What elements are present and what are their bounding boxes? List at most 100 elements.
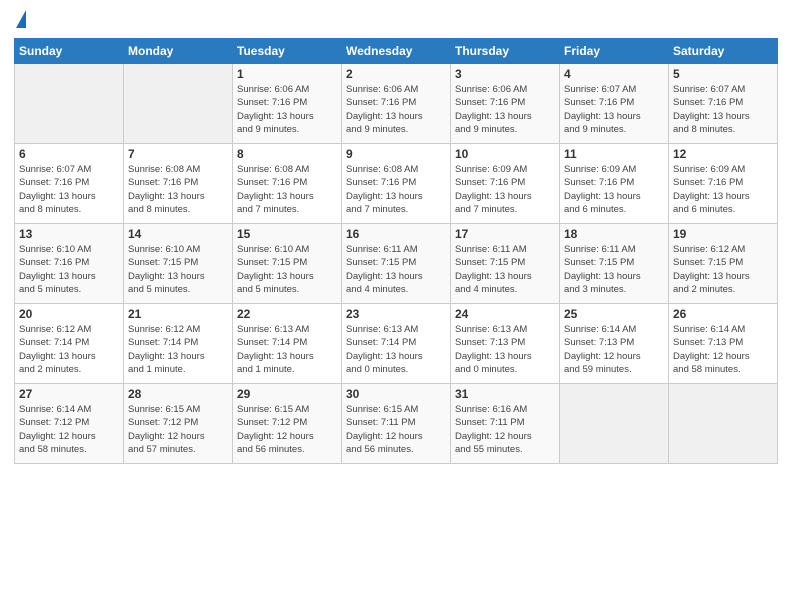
day-number: 1 — [237, 67, 337, 81]
day-info: Sunrise: 6:11 AM Sunset: 7:15 PM Dayligh… — [564, 243, 664, 296]
day-info: Sunrise: 6:12 AM Sunset: 7:14 PM Dayligh… — [19, 323, 119, 376]
day-info: Sunrise: 6:12 AM Sunset: 7:15 PM Dayligh… — [673, 243, 773, 296]
logo — [14, 10, 26, 30]
day-info: Sunrise: 6:13 AM Sunset: 7:14 PM Dayligh… — [346, 323, 446, 376]
logo-triangle-icon — [16, 10, 26, 28]
calendar-cell — [560, 384, 669, 464]
header-day-saturday: Saturday — [669, 39, 778, 64]
day-number: 27 — [19, 387, 119, 401]
day-number: 7 — [128, 147, 228, 161]
day-number: 2 — [346, 67, 446, 81]
calendar-cell: 18 Sunrise: 6:11 AM Sunset: 7:15 PM Dayli… — [560, 224, 669, 304]
day-info: Sunrise: 6:07 AM Sunset: 7:16 PM Dayligh… — [673, 83, 773, 136]
day-number: 21 — [128, 307, 228, 321]
day-info: Sunrise: 6:06 AM Sunset: 7:16 PM Dayligh… — [237, 83, 337, 136]
day-info: Sunrise: 6:09 AM Sunset: 7:16 PM Dayligh… — [673, 163, 773, 216]
day-number: 22 — [237, 307, 337, 321]
calendar-cell: 1 Sunrise: 6:06 AM Sunset: 7:16 PM Daylig… — [233, 64, 342, 144]
week-row-3: 20 Sunrise: 6:12 AM Sunset: 7:14 PM Dayli… — [15, 304, 778, 384]
day-number: 20 — [19, 307, 119, 321]
day-info: Sunrise: 6:06 AM Sunset: 7:16 PM Dayligh… — [455, 83, 555, 136]
calendar-cell: 20 Sunrise: 6:12 AM Sunset: 7:14 PM Dayli… — [15, 304, 124, 384]
calendar-cell: 2 Sunrise: 6:06 AM Sunset: 7:16 PM Daylig… — [342, 64, 451, 144]
calendar-cell: 24 Sunrise: 6:13 AM Sunset: 7:13 PM Dayli… — [451, 304, 560, 384]
calendar-cell: 4 Sunrise: 6:07 AM Sunset: 7:16 PM Daylig… — [560, 64, 669, 144]
calendar-cell: 27 Sunrise: 6:14 AM Sunset: 7:12 PM Dayli… — [15, 384, 124, 464]
calendar-cell: 21 Sunrise: 6:12 AM Sunset: 7:14 PM Dayli… — [124, 304, 233, 384]
header-day-thursday: Thursday — [451, 39, 560, 64]
day-number: 11 — [564, 147, 664, 161]
calendar-cell: 17Sunrise: 6:11 AM Sunset: 7:15 PM Dayli… — [451, 224, 560, 304]
day-info: Sunrise: 6:14 AM Sunset: 7:13 PM Dayligh… — [673, 323, 773, 376]
day-number: 16 — [346, 227, 446, 241]
day-info: Sunrise: 6:08 AM Sunset: 7:16 PM Dayligh… — [128, 163, 228, 216]
day-number: 19 — [673, 227, 773, 241]
day-info: Sunrise: 6:08 AM Sunset: 7:16 PM Dayligh… — [346, 163, 446, 216]
day-number: 12 — [673, 147, 773, 161]
day-number: 29 — [237, 387, 337, 401]
calendar-cell — [669, 384, 778, 464]
day-number: 30 — [346, 387, 446, 401]
calendar-header: SundayMondayTuesdayWednesdayThursdayFrid… — [15, 39, 778, 64]
day-info: Sunrise: 6:15 AM Sunset: 7:12 PM Dayligh… — [237, 403, 337, 456]
day-info: Sunrise: 6:15 AM Sunset: 7:11 PM Dayligh… — [346, 403, 446, 456]
day-number: 13 — [19, 227, 119, 241]
day-info: Sunrise: 6:13 AM Sunset: 7:14 PM Dayligh… — [237, 323, 337, 376]
header-day-wednesday: Wednesday — [342, 39, 451, 64]
calendar-cell: 8 Sunrise: 6:08 AM Sunset: 7:16 PM Daylig… — [233, 144, 342, 224]
day-info: Sunrise: 6:10 AM Sunset: 7:16 PM Dayligh… — [19, 243, 119, 296]
calendar-cell: 26 Sunrise: 6:14 AM Sunset: 7:13 PM Dayli… — [669, 304, 778, 384]
calendar-cell: 11 Sunrise: 6:09 AM Sunset: 7:16 PM Dayli… — [560, 144, 669, 224]
day-number: 28 — [128, 387, 228, 401]
calendar-cell: 23 Sunrise: 6:13 AM Sunset: 7:14 PM Dayli… — [342, 304, 451, 384]
day-info: Sunrise: 6:10 AM Sunset: 7:15 PM Dayligh… — [237, 243, 337, 296]
calendar-cell: 15 Sunrise: 6:10 AM Sunset: 7:15 PM Dayli… — [233, 224, 342, 304]
day-info: Sunrise: 6:11 AM Sunset: 7:15 PM Dayligh… — [455, 243, 555, 296]
day-number: 18 — [564, 227, 664, 241]
day-number: 6 — [19, 147, 119, 161]
day-info: Sunrise: 6:14 AM Sunset: 7:12 PM Dayligh… — [19, 403, 119, 456]
day-number: 9 — [346, 147, 446, 161]
calendar-cell: 6 Sunrise: 6:07 AM Sunset: 7:16 PM Daylig… — [15, 144, 124, 224]
day-number: 14 — [128, 227, 228, 241]
calendar-table: SundayMondayTuesdayWednesdayThursdayFrid… — [14, 38, 778, 464]
week-row-1: 6 Sunrise: 6:07 AM Sunset: 7:16 PM Daylig… — [15, 144, 778, 224]
calendar-cell: 28Sunrise: 6:15 AM Sunset: 7:12 PM Dayli… — [124, 384, 233, 464]
day-number: 31 — [455, 387, 555, 401]
calendar-cell: 16 Sunrise: 6:11 AM Sunset: 7:15 PM Dayli… — [342, 224, 451, 304]
calendar-cell: 7 Sunrise: 6:08 AM Sunset: 7:16 PM Daylig… — [124, 144, 233, 224]
calendar-cell: 14Sunrise: 6:10 AM Sunset: 7:15 PM Dayli… — [124, 224, 233, 304]
day-number: 5 — [673, 67, 773, 81]
day-info: Sunrise: 6:06 AM Sunset: 7:16 PM Dayligh… — [346, 83, 446, 136]
day-number: 8 — [237, 147, 337, 161]
header — [14, 10, 778, 30]
day-number: 15 — [237, 227, 337, 241]
calendar-cell: 9 Sunrise: 6:08 AM Sunset: 7:16 PM Daylig… — [342, 144, 451, 224]
day-number: 10 — [455, 147, 555, 161]
week-row-2: 13 Sunrise: 6:10 AM Sunset: 7:16 PM Dayli… — [15, 224, 778, 304]
day-info: Sunrise: 6:09 AM Sunset: 7:16 PM Dayligh… — [455, 163, 555, 216]
day-number: 3 — [455, 67, 555, 81]
day-info: Sunrise: 6:08 AM Sunset: 7:16 PM Dayligh… — [237, 163, 337, 216]
day-number: 24 — [455, 307, 555, 321]
calendar-cell: 29 Sunrise: 6:15 AM Sunset: 7:12 PM Dayli… — [233, 384, 342, 464]
week-row-4: 27 Sunrise: 6:14 AM Sunset: 7:12 PM Dayli… — [15, 384, 778, 464]
day-info: Sunrise: 6:09 AM Sunset: 7:16 PM Dayligh… — [564, 163, 664, 216]
day-number: 26 — [673, 307, 773, 321]
day-info: Sunrise: 6:12 AM Sunset: 7:14 PM Dayligh… — [128, 323, 228, 376]
calendar-cell: 30 Sunrise: 6:15 AM Sunset: 7:11 PM Dayli… — [342, 384, 451, 464]
header-day-sunday: Sunday — [15, 39, 124, 64]
day-info: Sunrise: 6:07 AM Sunset: 7:16 PM Dayligh… — [19, 163, 119, 216]
day-number: 23 — [346, 307, 446, 321]
day-number: 4 — [564, 67, 664, 81]
calendar-cell — [15, 64, 124, 144]
calendar-cell: 31Sunrise: 6:16 AM Sunset: 7:11 PM Dayli… — [451, 384, 560, 464]
day-info: Sunrise: 6:14 AM Sunset: 7:13 PM Dayligh… — [564, 323, 664, 376]
calendar-cell — [124, 64, 233, 144]
calendar-cell: 5 Sunrise: 6:07 AM Sunset: 7:16 PM Daylig… — [669, 64, 778, 144]
day-info: Sunrise: 6:07 AM Sunset: 7:16 PM Dayligh… — [564, 83, 664, 136]
day-info: Sunrise: 6:13 AM Sunset: 7:13 PM Dayligh… — [455, 323, 555, 376]
week-row-0: 1 Sunrise: 6:06 AM Sunset: 7:16 PM Daylig… — [15, 64, 778, 144]
day-info: Sunrise: 6:11 AM Sunset: 7:15 PM Dayligh… — [346, 243, 446, 296]
header-day-tuesday: Tuesday — [233, 39, 342, 64]
